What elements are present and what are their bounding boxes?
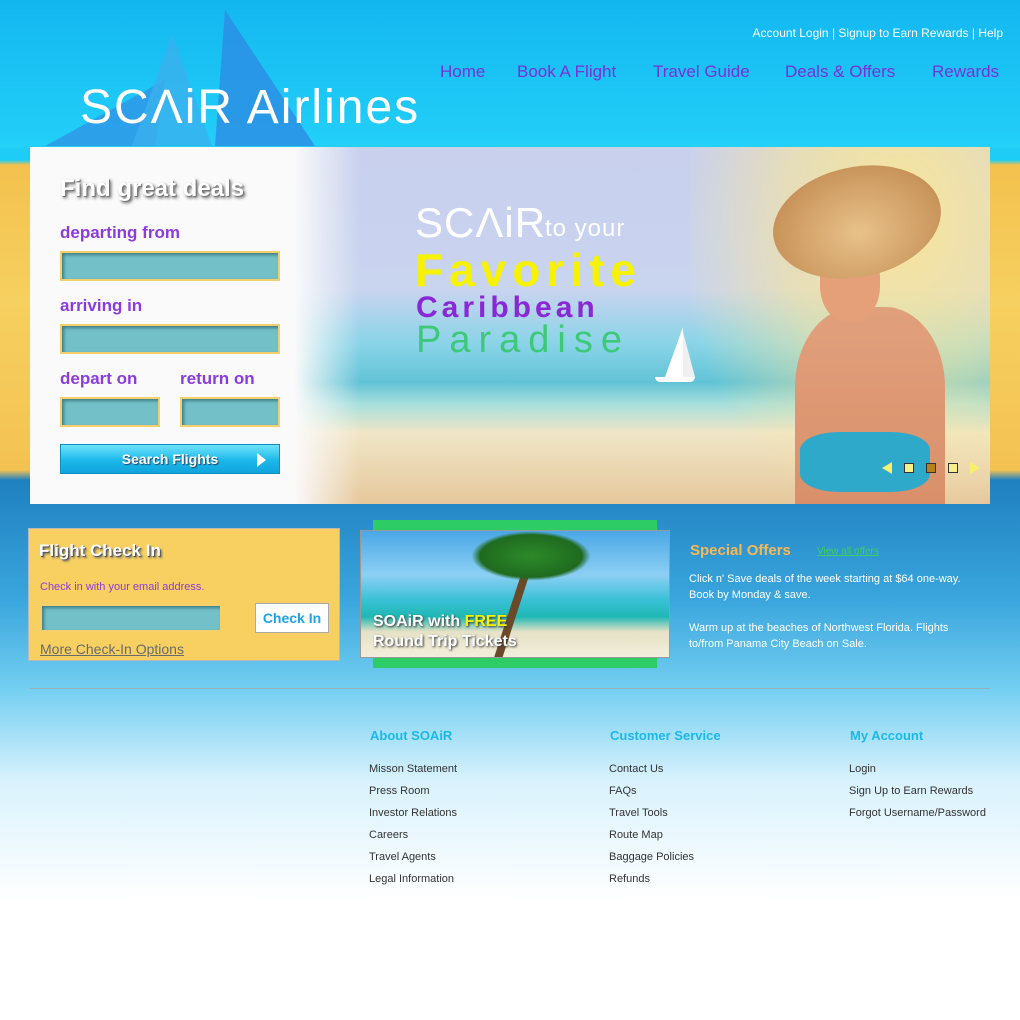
offer-item[interactable]: Warm up at the beaches of Northwest Flor… (689, 620, 979, 652)
footer-link[interactable]: Login (849, 758, 986, 780)
free-tickets-banner[interactable]: SOAiR with FREE Round Trip Tickets (360, 530, 670, 658)
footer-link[interactable]: Sign Up to Earn Rewards (849, 780, 986, 802)
nav-book-flight[interactable]: Book A Flight (517, 62, 616, 82)
separator: | (971, 26, 975, 40)
slide-dot-active[interactable] (926, 463, 936, 473)
footer-account-title: My Account (850, 728, 924, 743)
search-flights-button[interactable]: Search Flights (60, 444, 280, 474)
play-arrow-icon (257, 453, 266, 467)
footer-about-title: About SOAiR (370, 728, 453, 743)
promo-frame (373, 520, 657, 530)
footer-link[interactable]: Press Room (369, 780, 457, 802)
promo-frame (373, 658, 657, 668)
checkin-subtitle: Check in with your email address. (40, 581, 205, 593)
checkin-button[interactable]: Check In (255, 603, 329, 633)
arriving-label: arriving in (60, 296, 143, 315)
depart-date-label: depart on (60, 369, 138, 388)
footer-link[interactable]: Travel Agents (369, 846, 457, 868)
top-links: Account Login | Signup to Earn Rewards |… (753, 26, 1003, 40)
slide-dot[interactable] (904, 463, 914, 473)
sailboat-sail (665, 327, 683, 377)
footer-link[interactable]: Investor Relations (369, 802, 457, 824)
footer-link[interactable]: Route Map (609, 824, 694, 846)
promo-favorite: Favorite (415, 244, 642, 296)
footer-about-list: Misson Statement Press Room Investor Rel… (369, 758, 457, 890)
footer-link[interactable]: Careers (369, 824, 457, 846)
hero-banner: Find great deals departing from arriving… (30, 147, 990, 504)
footer-link[interactable]: Refunds (609, 868, 694, 890)
departing-label: departing from (60, 223, 180, 242)
palm-leaves (471, 531, 591, 581)
sailboat-hull (655, 377, 695, 382)
slideshow-controls (882, 461, 982, 475)
footer-link[interactable]: Contact Us (609, 758, 694, 780)
footer-link[interactable]: Legal Information (369, 868, 457, 890)
special-offers-title: Special Offers (690, 542, 791, 559)
search-flights-label: Search Flights (121, 451, 219, 467)
promo-paradise: Paradise (416, 319, 630, 361)
search-title: Find great deals (60, 175, 245, 202)
view-all-offers-link[interactable]: View all offers (817, 546, 879, 557)
free-tickets-line1: SOAiR with FREE (373, 613, 507, 631)
footer-service-list: Contact Us FAQs Travel Tools Route Map B… (609, 758, 694, 890)
checkin-title: Flight Check In (39, 541, 161, 560)
checkin-email-input[interactable] (40, 604, 222, 632)
nav-home[interactable]: Home (440, 62, 485, 82)
prev-slide-icon[interactable] (882, 462, 892, 474)
promo-to-your: to your (545, 215, 626, 242)
promo-brand: SCΛiR (415, 199, 547, 246)
nav-travel-guide[interactable]: Travel Guide (653, 62, 750, 82)
signup-rewards-link[interactable]: Signup to Earn Rewards (838, 26, 968, 40)
footer-link[interactable]: Misson Statement (369, 758, 457, 780)
next-slide-icon[interactable] (970, 462, 980, 474)
free-tickets-line2: Round Trip Tickets (373, 633, 517, 650)
account-login-link[interactable]: Account Login (753, 26, 829, 40)
footer-link[interactable]: Forgot Username/Password (849, 802, 986, 824)
nav-deals-offers[interactable]: Deals & Offers (785, 62, 895, 82)
nav-rewards[interactable]: Rewards (932, 62, 999, 82)
help-link[interactable]: Help (978, 26, 1003, 40)
free-highlight: FREE (464, 613, 508, 630)
return-date-input[interactable] (180, 397, 280, 427)
site-logo[interactable]: SCΛiR Airlines (80, 80, 420, 135)
offer-item[interactable]: Click n' Save deals of the week starting… (689, 571, 979, 603)
free-tickets-prefix: SOAiR with (373, 613, 465, 630)
slide-dot[interactable] (948, 463, 958, 473)
footer-link[interactable]: FAQs (609, 780, 694, 802)
separator: | (831, 26, 836, 40)
footer-service-title: Customer Service (610, 728, 721, 743)
arriving-input[interactable] (60, 324, 280, 354)
footer-link[interactable]: Travel Tools (609, 802, 694, 824)
return-date-label: return on (180, 369, 255, 388)
footer-account-list: Login Sign Up to Earn Rewards Forgot Use… (849, 758, 986, 824)
footer-link[interactable]: Baggage Policies (609, 846, 694, 868)
sailboat-sail (683, 332, 695, 377)
checkin-panel: Flight Check In Check in with your email… (28, 528, 340, 661)
depart-date-input[interactable] (60, 397, 160, 427)
more-checkin-link[interactable]: More Check-In Options (40, 641, 184, 657)
departing-input[interactable] (60, 251, 280, 281)
section-divider (30, 688, 990, 689)
